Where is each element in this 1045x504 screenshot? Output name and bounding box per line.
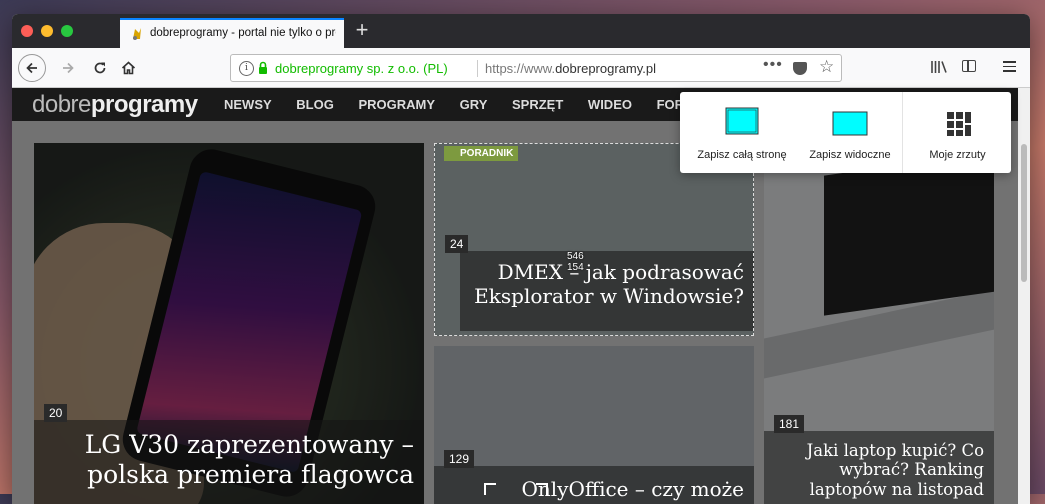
full-page-icon [725,107,759,135]
minimize-window-button[interactable] [41,25,53,37]
browser-window: dobreprogramy - portal nie tylko o progr… [12,14,1030,504]
visible-area-icon [832,111,868,136]
info-icon[interactable]: i [239,61,254,76]
home-button[interactable] [114,54,142,82]
article-title[interactable]: Jaki laptop kupić? Co wybrać? Ranking la… [774,441,984,499]
lock-icon [259,61,267,74]
reload-button[interactable] [86,54,114,82]
navigation-toolbar: i dobreprogramy sp. z o.o. (PL) https://… [12,48,1030,88]
grid-icon [947,112,971,136]
url-bar[interactable]: i dobreprogramy sp. z o.o. (PL) https://… [230,54,842,82]
url-separator [477,60,478,77]
site-menu: NEWSY BLOG PROGRAMY GRY SPRZĘT WIDEO FOR… [224,97,725,112]
url-prefix: https://www. [485,61,556,76]
nav-wideo[interactable]: WIDEO [588,97,632,112]
page-scrollbar[interactable] [1018,88,1030,504]
dobreprogramy-favicon-icon [130,27,144,41]
title-bar: dobreprogramy - portal nie tylko o progr… [12,14,1030,48]
maximize-window-button[interactable] [61,25,73,37]
url-domain: dobreprogramy.pl [555,61,656,76]
site-logo[interactable]: dobreprogramy [32,91,198,119]
new-tab-button[interactable]: + [350,19,374,43]
scrollbar-thumb[interactable] [1021,144,1027,282]
back-button[interactable] [18,54,46,82]
tab-title: dobreprogramy - portal nie tylko o progr… [150,27,336,39]
article-title[interactable]: LG V30 zaprezentowany – polska premiera … [62,430,414,489]
nav-newsy[interactable]: NEWSY [224,97,272,112]
close-window-button[interactable] [21,25,33,37]
sidebar-icon[interactable] [962,60,976,72]
comment-count: 129 [444,450,475,468]
home-icon [121,61,135,75]
nav-blog[interactable]: BLOG [296,97,334,112]
forward-button[interactable] [54,54,82,82]
forward-arrow-icon [63,62,74,73]
tab-active[interactable]: dobreprogramy - portal nie tylko o progr… [120,18,344,48]
library-icon[interactable] [930,59,948,75]
page-actions-button[interactable]: ••• [763,56,783,74]
comment-count: 181 [774,415,805,433]
hamburger-menu-icon[interactable] [1003,61,1016,72]
nav-sprzet[interactable]: SPRZĘT [512,97,563,112]
url-text[interactable]: https://www.dobreprogramy.pl [485,61,656,76]
nav-gry[interactable]: GRY [460,97,488,112]
star-icon[interactable]: ☆ [819,57,834,77]
reload-icon [94,62,106,74]
site-identity-label[interactable]: dobreprogramy sp. z o.o. (PL) [275,61,448,76]
back-arrow-icon [26,62,37,73]
crosshair-corner-tr [536,483,548,495]
comment-count: 20 [44,404,68,422]
pocket-icon[interactable] [793,62,807,75]
selection-size-label: 546 154 [567,251,584,273]
my-shots-button[interactable]: Moje zrzuty [902,92,1012,173]
screenshot-panel: Zapisz całą stronę Zapisz widoczne Moje … [680,92,1011,173]
nav-programy[interactable]: PROGRAMY [358,97,435,112]
save-full-page-button[interactable]: Zapisz całą stronę [684,92,800,173]
crosshair-corner-tl [484,483,496,495]
save-visible-button[interactable]: Zapisz widoczne [796,92,904,173]
